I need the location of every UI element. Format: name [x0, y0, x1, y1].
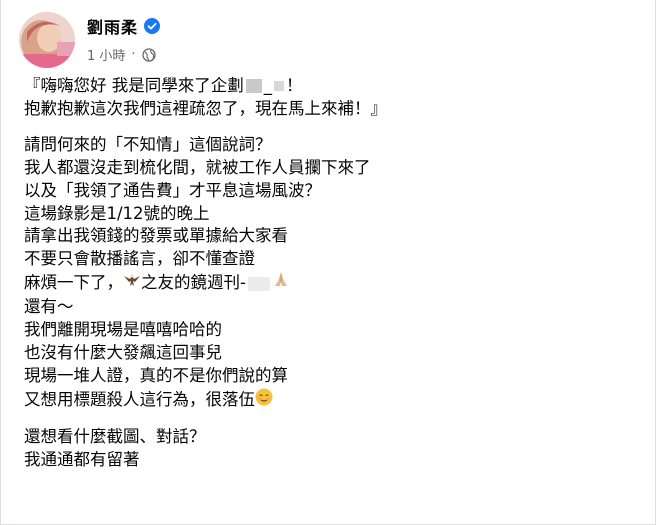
- text-line: 我人都還沒走到梳化間，就被工作人員攔下來了: [24, 157, 634, 180]
- line-text: 不要只會散播謠言，卻不懂查證: [24, 249, 255, 269]
- eagle-emoji: [123, 272, 141, 295]
- relieved-face-emoji: [255, 388, 273, 413]
- line-text: 我通通都有留著: [24, 449, 140, 469]
- line-text: 又想用標題殺人這行為，很落伍: [24, 389, 255, 409]
- text-line: 不要只會散播謠言，卻不懂查證: [24, 248, 634, 271]
- paragraph-1: 『嗨嗨您好 我是同學來了企劃 _ ！ 抱歉抱歉這次我們這裡疏忽了，現在馬上來補！…: [24, 75, 634, 121]
- underscore-text: _: [263, 76, 272, 95]
- text-line: 還想看什麼截圖、對話？: [24, 426, 634, 449]
- line-text: 我們離開現場是嘻嘻哈哈的: [24, 320, 222, 340]
- line-text: 我人都還沒走到梳化間，就被工作人員攔下來了: [24, 157, 371, 177]
- author-name[interactable]: 劉雨柔: [87, 14, 138, 38]
- verified-badge-icon: [144, 18, 161, 34]
- avatar[interactable]: [19, 12, 75, 68]
- text-line: 這場錄影是1/12號的晚上: [24, 203, 634, 226]
- line-text: 還有～: [24, 297, 74, 317]
- line-text: ！: [286, 76, 303, 95]
- text-line: 麻煩一下了， 之友的鏡週刊-: [24, 271, 634, 296]
- line-text: 現場一堆人證，真的不是你們說的算: [24, 365, 288, 385]
- line-text: 這場錄影是1/12號的晚上: [24, 203, 210, 223]
- text-line: 請問何來的「不知情」這個說詞？: [24, 134, 634, 157]
- praying-hands-emoji: [272, 271, 290, 296]
- line-text: 之友的鏡週刊-: [141, 273, 246, 293]
- meta-separator: ·: [131, 47, 136, 62]
- redacted-block: [274, 81, 284, 92]
- redacted-block: [245, 79, 262, 94]
- line-text: 以及「我領了通告費」才平息這場風波？: [24, 180, 321, 200]
- text-line: 也沒有什麼大發飆這回事兒: [24, 342, 634, 365]
- line-text: 請拿出我領錢的發票或單據給大家看: [24, 226, 288, 246]
- paragraph-3: 還想看什麼截圖、對話？ 我通通都有留著: [24, 426, 634, 472]
- text-line: 『嗨嗨您好 我是同學來了企劃 _ ！: [24, 75, 634, 98]
- line-text: 也沒有什麼大發飆這回事兒: [24, 342, 222, 362]
- text-line: 我們離開現場是嘻嘻哈哈的: [24, 319, 634, 342]
- text-line: 我通通都有留著: [24, 449, 634, 472]
- author-row: 劉雨柔: [87, 14, 161, 38]
- text-line: 還有～: [24, 296, 634, 319]
- post-body: 『嗨嗨您好 我是同學來了企劃 _ ！ 抱歉抱歉這次我們這裡疏忽了，現在馬上來補！…: [24, 75, 634, 472]
- post-time[interactable]: 1 小時: [87, 45, 125, 64]
- post-meta: 1 小時 ·: [87, 45, 156, 64]
- line-text: 還想看什麼截圖、對話？: [24, 426, 206, 446]
- paragraph-2: 請問何來的「不知情」這個說詞？ 我人都還沒走到梳化間，就被工作人員攔下來了 以及…: [24, 134, 634, 413]
- line-text: 抱歉抱歉這次我們這裡疏忽了，現在馬上來補！』: [24, 98, 387, 118]
- facebook-post: 劉雨柔 1 小時 · 『嗨嗨您好 我是同學來了企劃 _ ！ 抱歉抱歉這次我們這裡…: [0, 0, 656, 525]
- text-line: 又想用標題殺人這行為，很落伍: [24, 388, 634, 413]
- text-line: 請拿出我領錢的發票或單據給大家看: [24, 225, 634, 248]
- line-text: 請問何來的「不知情」這個說詞？: [24, 134, 272, 154]
- text-line: 現場一堆人證，真的不是你們說的算: [24, 365, 634, 388]
- line-text: 『嗨嗨您好 我是同學來了企劃: [24, 76, 244, 95]
- text-line: 以及「我領了通告費」才平息這場風波？: [24, 180, 634, 203]
- redacted-block: [247, 276, 270, 291]
- line-text: 麻煩一下了，: [24, 273, 123, 293]
- globe-icon[interactable]: [141, 47, 156, 62]
- text-line: 抱歉抱歉這次我們這裡疏忽了，現在馬上來補！』: [24, 98, 634, 121]
- post-header: 劉雨柔 1 小時 ·: [19, 12, 619, 68]
